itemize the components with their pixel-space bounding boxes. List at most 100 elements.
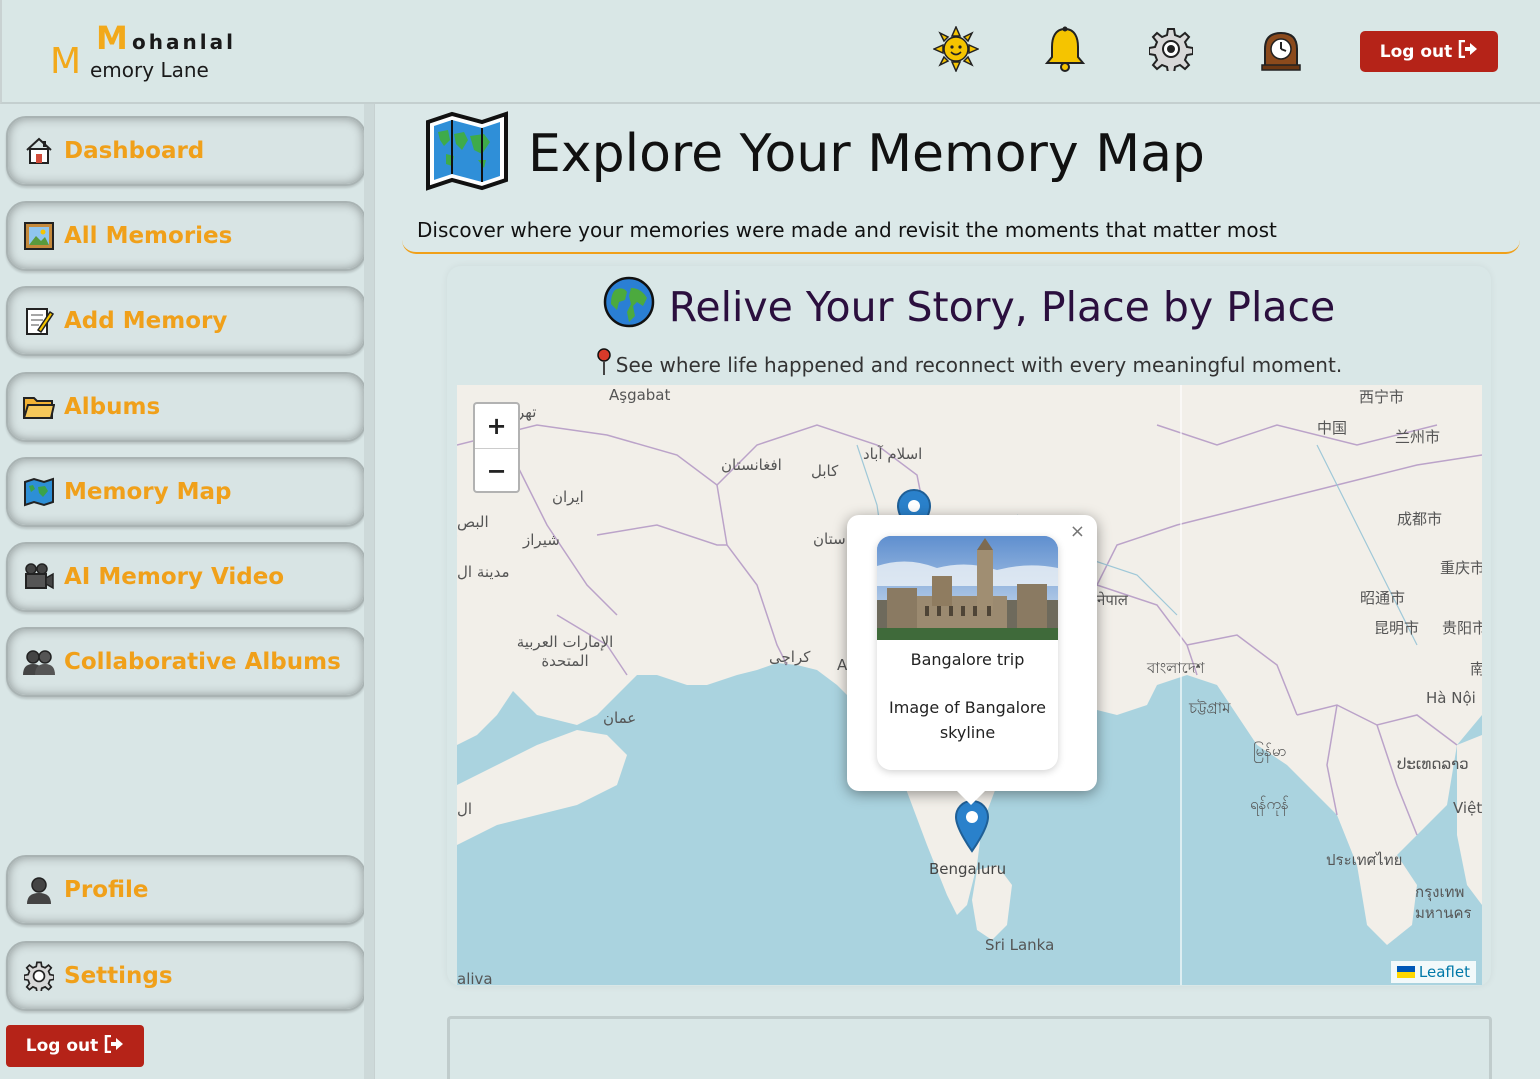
map-label: ال	[457, 800, 473, 818]
clock-icon[interactable]	[1254, 22, 1308, 76]
sidebar-item-label: Collaborative Albums	[64, 649, 341, 675]
map-label-bengaluru: Bengaluru	[929, 860, 1007, 878]
memo-icon	[22, 304, 56, 338]
sun-icon[interactable]	[929, 22, 983, 76]
logo-letter-m: M	[96, 19, 128, 57]
map-label: A	[837, 656, 848, 674]
map-label: ประเทศไทย	[1326, 851, 1403, 869]
map-label: বাংলাদেশ	[1147, 659, 1205, 677]
map-label: ရန်ကုန်	[1250, 795, 1289, 813]
zoom-in-button[interactable]: +	[475, 404, 518, 448]
map-label: کراچی	[769, 648, 811, 666]
map-label: aliva	[457, 970, 493, 985]
memory-photo	[877, 536, 1058, 640]
memory-description: Image of Bangalore skyline	[889, 698, 1046, 742]
gear-icon[interactable]	[1144, 22, 1198, 76]
logo-text-emory-lane: emory Lane	[90, 58, 209, 82]
bell-icon[interactable]	[1038, 22, 1092, 76]
world-map-icon	[424, 110, 510, 192]
map-label: البص	[457, 513, 489, 531]
memory-title: Bangalore trip	[910, 650, 1025, 669]
map-label: اسلام آباد	[863, 445, 923, 463]
map-label: شیراز	[523, 531, 560, 549]
camera-icon	[22, 560, 56, 594]
logo-letter-m2: M	[50, 41, 82, 82]
map-label: مدينة ال	[457, 563, 510, 581]
map-label-sri-lanka: Sri Lanka	[985, 936, 1055, 954]
sidebar-item-label: Settings	[64, 963, 173, 989]
map-label: 重庆市	[1440, 559, 1482, 577]
sidebar-item-label: Profile	[64, 877, 149, 903]
map-label: ایران	[552, 488, 584, 506]
logout-arrow-icon	[104, 1034, 124, 1058]
house-icon	[22, 134, 56, 168]
sidebar-logout-button[interactable]: Log out	[6, 1025, 144, 1067]
map-attribution[interactable]: Leaflet	[1390, 961, 1476, 983]
attribution-link[interactable]: Leaflet	[1419, 963, 1470, 981]
map-label: افغانستان	[721, 456, 782, 474]
picture-icon	[22, 219, 56, 253]
map-label: 西宁市	[1359, 388, 1405, 406]
sidebar-item-collaborative-albums[interactable]: Collaborative Albums	[6, 627, 366, 697]
card-subheading: See where life happened and reconnect wi…	[419, 348, 1519, 381]
sidebar-item-add-memory[interactable]: Add Memory	[6, 286, 366, 356]
map-label: नेपाल	[1097, 591, 1128, 609]
logo-text-ohanlal: ohanlal	[132, 30, 236, 54]
sidebar-item-label: Add Memory	[64, 308, 228, 334]
map-label: 昆明市	[1374, 619, 1420, 637]
map-label: Hà Nội	[1426, 689, 1476, 707]
header-logout-button[interactable]: Log out	[1360, 31, 1498, 72]
sidebar-item-label: Dashboard	[64, 138, 205, 164]
card-subheading-text: See where life happened and reconnect wi…	[615, 352, 1343, 377]
ukraine-flag-icon	[1396, 966, 1415, 978]
sidebar-item-all-memories[interactable]: All Memories	[6, 201, 366, 271]
logout-arrow-icon	[1458, 39, 1478, 63]
card-heading: Relive Your Story, Place by Place	[419, 276, 1519, 338]
folder-icon	[22, 390, 56, 424]
sidebar-item-label: Albums	[64, 394, 161, 420]
sidebar-logout-label: Log out	[25, 1036, 99, 1056]
brand-logo[interactable]: M ohanlal M emory Lane	[50, 20, 270, 84]
page-title: Explore Your Memory Map	[528, 124, 1205, 184]
top-header: M ohanlal M emory Lane Log out	[0, 0, 1540, 104]
map-label: الإمارات العربية المتحدة	[516, 633, 614, 670]
sidebar-item-label: Memory Map	[64, 479, 232, 505]
memory-card[interactable]: Bangalore trip Image of Bangalore skylin…	[877, 536, 1058, 770]
map-popup: × Bangalore trip Image of Bangalore skyl…	[847, 515, 1097, 805]
sidebar-item-albums[interactable]: Albums	[6, 372, 366, 442]
map-zoom-control: + −	[473, 402, 520, 493]
map-label: 贵阳市	[1442, 619, 1482, 637]
map-label: চট্টগ্রাম	[1189, 699, 1231, 717]
gear-icon	[22, 959, 56, 993]
subtitle-underline	[402, 238, 1520, 254]
map-label: 兰州市	[1395, 428, 1441, 446]
sidebar-item-settings[interactable]: Settings	[6, 941, 366, 1011]
pushpin-icon	[596, 348, 612, 381]
sidebar-item-memory-map[interactable]: Memory Map	[6, 457, 366, 527]
globe-icon	[603, 276, 655, 338]
popup-close-button[interactable]: ×	[1070, 521, 1085, 542]
sidebar-item-profile[interactable]: Profile	[6, 855, 366, 925]
header-logout-label: Log out	[1379, 41, 1453, 62]
map-label: Việt	[1453, 799, 1482, 817]
memory-map[interactable]: Aşgabat تهر ایران شیراز البص مدينة ال اف…	[457, 385, 1482, 985]
sidebar-item-dashboard[interactable]: Dashboard	[6, 116, 366, 186]
sidebar-item-label: All Memories	[64, 223, 233, 249]
map-icon	[22, 475, 56, 509]
map-label: มหานคร	[1415, 904, 1472, 922]
sidebar-item-label: AI Memory Video	[64, 564, 285, 590]
map-label: ستان	[813, 530, 846, 548]
map-label: ປະເທດລາວ	[1397, 755, 1469, 773]
map-marker-bengaluru[interactable]	[954, 799, 990, 855]
people-icon	[22, 645, 56, 679]
zoom-out-button[interactable]: −	[475, 448, 518, 492]
sidebar-item-ai-memory-video[interactable]: AI Memory Video	[6, 542, 366, 612]
user-icon	[22, 873, 56, 907]
map-label: 成都市	[1397, 510, 1443, 528]
map-label: کابل	[811, 462, 839, 480]
map-label: 中国	[1317, 419, 1348, 437]
map-label: မြန်မာ	[1253, 742, 1287, 760]
card-heading-text: Relive Your Story, Place by Place	[668, 283, 1336, 331]
map-label: Aşgabat	[609, 386, 671, 404]
map-label: عمان	[603, 709, 637, 727]
